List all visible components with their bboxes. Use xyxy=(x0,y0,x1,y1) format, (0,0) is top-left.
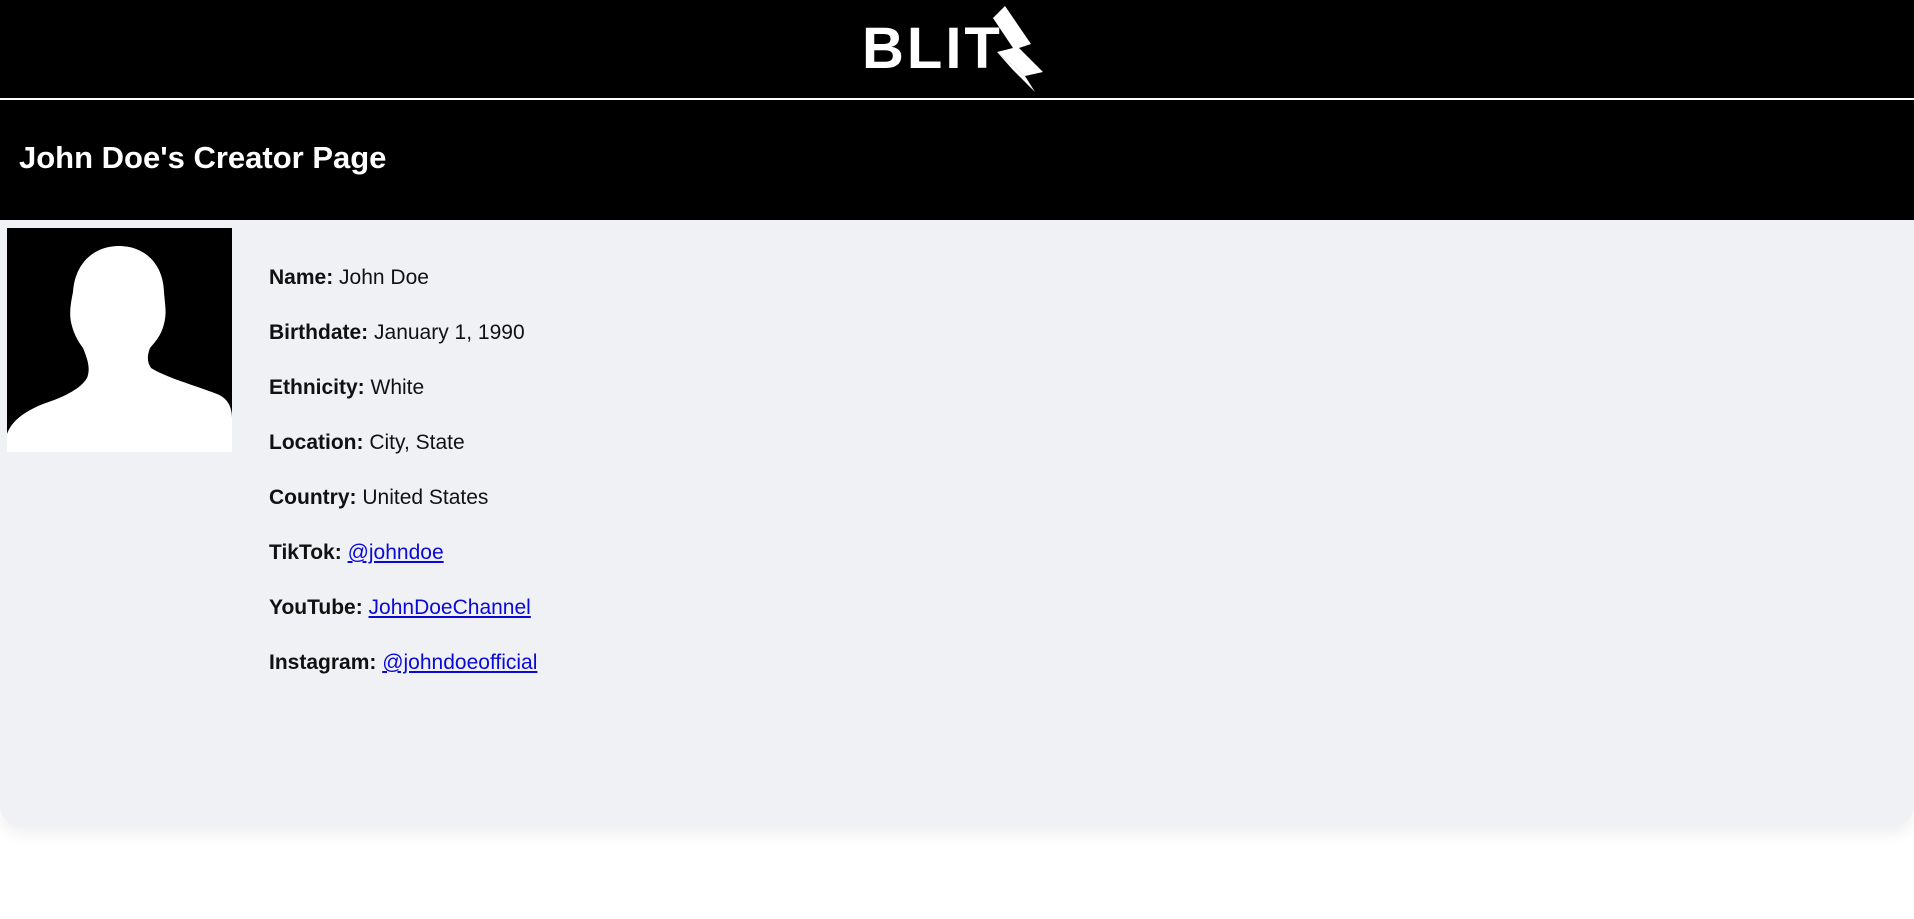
youtube-link[interactable]: JohnDoeChannel xyxy=(369,596,531,619)
profile-details: Name: John Doe Birthdate: January 1, 199… xyxy=(269,266,537,706)
location-row: Location: City, State xyxy=(269,431,537,486)
person-silhouette-icon xyxy=(7,228,232,452)
page-title: John Doe's Creator Page xyxy=(19,140,387,175)
tiktok-row: TikTok: @johndoe xyxy=(269,541,537,596)
ethnicity-row: Ethnicity: White xyxy=(269,376,537,431)
youtube-row: YouTube: JohnDoeChannel xyxy=(269,596,537,651)
birthdate-row: Birthdate: January 1, 1990 xyxy=(269,321,537,376)
name-value: John Doe xyxy=(339,266,429,289)
tiktok-label: TikTok: xyxy=(269,541,342,564)
avatar xyxy=(7,228,232,452)
title-bar: John Doe's Creator Page xyxy=(0,100,1914,220)
instagram-row: Instagram: @johndoeofficial xyxy=(269,651,537,706)
country-value: United States xyxy=(362,486,489,509)
profile-card: Name: John Doe Birthdate: January 1, 199… xyxy=(0,220,1914,827)
instagram-label: Instagram: xyxy=(269,651,377,674)
instagram-link[interactable]: @johndoeofficial xyxy=(382,651,537,674)
name-row: Name: John Doe xyxy=(269,266,537,321)
ethnicity-label: Ethnicity: xyxy=(269,376,365,399)
birthdate-label: Birthdate: xyxy=(269,321,369,344)
birthdate-value: January 1, 1990 xyxy=(374,321,525,344)
logo-text: BLIT xyxy=(862,16,1003,81)
top-header: BLIT xyxy=(0,0,1914,100)
country-row: Country: United States xyxy=(269,486,537,541)
tiktok-link[interactable]: @johndoe xyxy=(348,541,444,564)
youtube-label: YouTube: xyxy=(269,596,363,619)
country-label: Country: xyxy=(269,486,357,509)
location-label: Location: xyxy=(269,431,364,454)
blit-logo[interactable]: BLIT xyxy=(862,4,1049,94)
lightning-bolt-icon xyxy=(992,6,1043,92)
location-value: City, State xyxy=(369,431,465,454)
ethnicity-value: White xyxy=(370,376,425,399)
name-label: Name: xyxy=(269,266,334,289)
